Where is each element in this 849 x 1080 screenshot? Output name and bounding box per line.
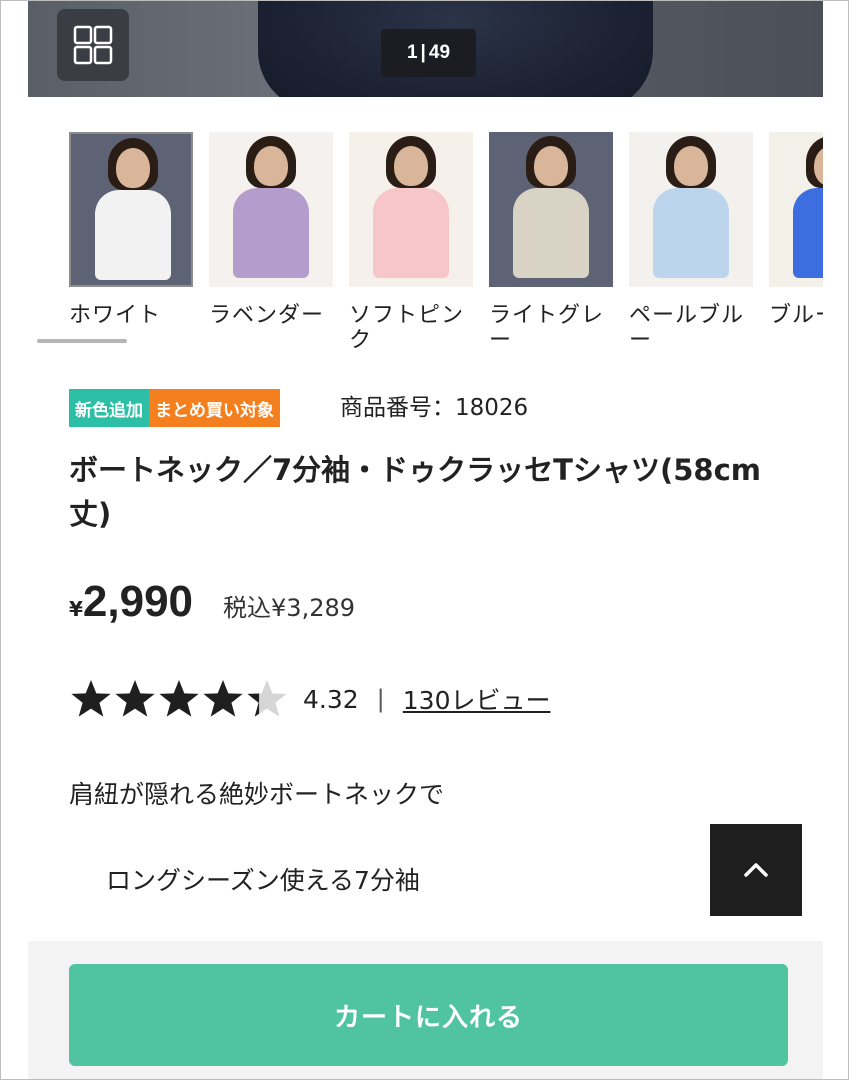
image-counter-total: 49 <box>428 42 451 63</box>
price-with-tax: 税込¥3,289 <box>223 594 356 622</box>
price: ¥ 2,990 税込¥3,289 <box>69 577 355 627</box>
model-shirt <box>373 188 449 278</box>
model-shirt <box>793 188 823 278</box>
model-face <box>394 146 428 186</box>
chevron-up-icon <box>744 863 768 877</box>
color-thumbnail-image[interactable] <box>629 132 753 287</box>
image-counter: 1 | 49 <box>381 29 476 77</box>
color-selector: ホワイト ラベンダーソフトピンクライトグレーペールブルーブルー <box>69 132 823 362</box>
price-amount: 2,990 <box>82 577 194 626</box>
color-thumbnail-image[interactable] <box>69 132 193 287</box>
star-icon <box>203 680 243 717</box>
model-face <box>534 146 568 186</box>
color-thumbnail-image[interactable] <box>209 132 333 287</box>
color-option[interactable]: ペールブルー <box>629 132 753 353</box>
grid-view-icon <box>73 25 113 65</box>
model-shirt <box>233 188 309 278</box>
new-color-badge: 新色追加 <box>69 389 149 427</box>
rating-score: 4.32 <box>303 684 359 714</box>
color-thumbnail-image[interactable] <box>489 132 613 287</box>
color-option[interactable]: ラベンダー <box>209 132 333 328</box>
star-icon <box>159 680 199 717</box>
reviews-link[interactable]: 130レビュー <box>403 681 551 717</box>
color-scroll-indicator <box>37 339 127 343</box>
image-counter-separator: | <box>420 42 426 63</box>
rating-stars <box>69 677 289 721</box>
color-option-label: ブルー <box>769 303 823 328</box>
color-thumbnail-image[interactable] <box>349 132 473 287</box>
star-icon <box>71 680 111 717</box>
color-option-label: ソフトピンク <box>349 303 465 353</box>
add-to-cart-button[interactable]: カートに入れる <box>69 964 788 1066</box>
color-option-label: ラベンダー <box>209 303 325 328</box>
color-option[interactable]: ソフトピンク <box>349 132 473 353</box>
color-option[interactable]: ブルー <box>769 132 823 328</box>
badges: 新色追加 まとめ買い対象 <box>69 389 280 427</box>
rating: 4.32 | 130レビュー <box>69 677 550 721</box>
model-face <box>254 146 288 186</box>
product-title: ボートネック／7分袖・ドゥクラッセTシャツ(58cm丈) <box>69 453 761 531</box>
description-line-2: ロングシーズン使える7分袖 <box>106 866 420 895</box>
star-icon <box>115 680 155 717</box>
rating-divider: | <box>376 685 385 713</box>
back-to-top-button[interactable] <box>710 824 802 916</box>
color-option-label: ライトグレー <box>489 303 605 353</box>
model-shirt <box>513 188 589 278</box>
color-option-label: ペールブルー <box>629 303 745 353</box>
main-image[interactable]: 1 | 49 <box>28 1 823 97</box>
model-face <box>116 148 150 188</box>
star-icon <box>247 680 287 717</box>
image-counter-current: 1 <box>406 42 418 63</box>
color-thumbnail-image[interactable] <box>769 132 823 287</box>
color-option-label: ホワイト <box>69 303 162 328</box>
model-shirt <box>653 188 729 278</box>
bulk-buy-badge: まとめ買い対象 <box>149 389 280 427</box>
model-shirt <box>95 190 171 280</box>
description-line-1: 肩紐が隠れる絶妙ボートネックで <box>69 780 445 809</box>
model-face <box>674 146 708 186</box>
color-option[interactable]: ホワイト <box>69 132 193 328</box>
price-currency: ¥ <box>69 597 83 621</box>
product-page: 1 | 49 ホワイト ラベンダーソフトピンクライトグレーペールブルーブルー 新色… <box>28 1 823 1079</box>
page-frame: 1 | 49 ホワイト ラベンダーソフトピンクライトグレーペールブルーブルー 新色… <box>0 0 849 1080</box>
color-option[interactable]: ライトグレー <box>489 132 613 353</box>
product-number: 商品番号：18026 <box>340 395 529 421</box>
grid-view-button[interactable] <box>57 9 129 81</box>
